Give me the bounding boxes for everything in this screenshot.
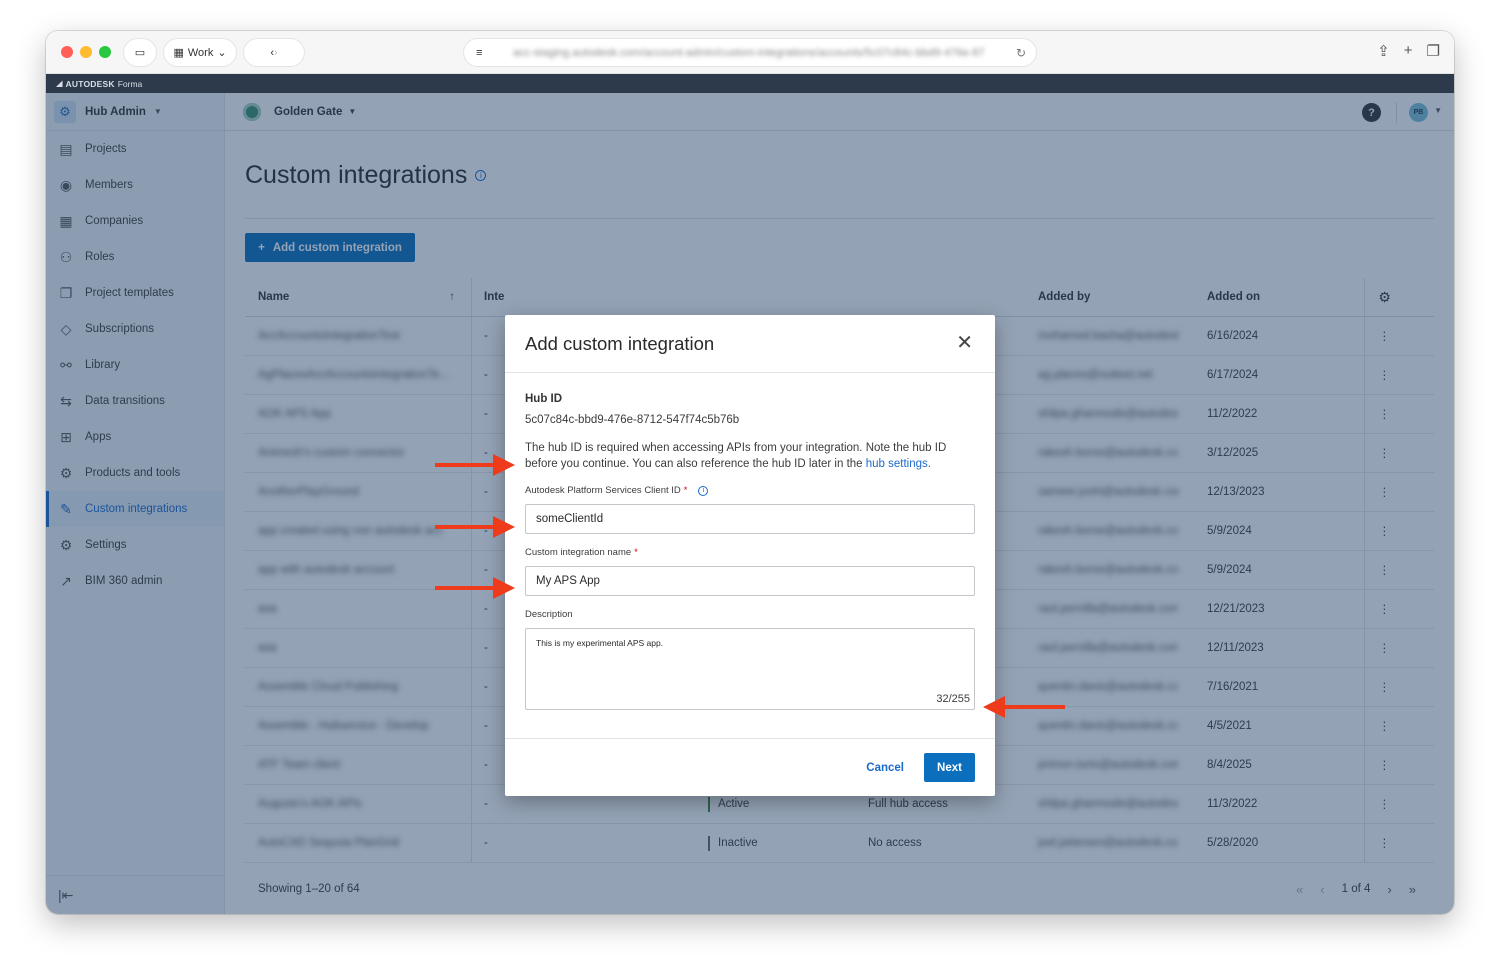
dialog-title: Add custom integration <box>525 332 715 354</box>
minimize-window-button[interactable] <box>80 46 92 58</box>
zoom-window-button[interactable] <box>99 46 111 58</box>
autodesk-logo-icon: ◢ <box>56 78 63 88</box>
app-root: ⚙ Hub Admin ▼ ▤ Projects ◉ Members ▦ Companie… <box>46 93 1454 914</box>
browser-toolbar: ▭ ▦ Work ⌄ ‹ › ≡ acc-staging.autodesk.co… <box>46 31 1454 74</box>
cancel-button[interactable]: Cancel <box>866 762 904 774</box>
hub-id-value: 5c07c84c-bbd9-476e-8712-547f74c5b76b <box>525 414 740 426</box>
address-bar[interactable]: ≡ acc-staging.autodesk.com/account-admin… <box>464 39 1036 66</box>
profile-label: Work <box>187 46 214 59</box>
new-tab-icon[interactable]: + <box>1404 42 1413 60</box>
annotation-arrow-description <box>435 577 515 599</box>
dialog-footer: Cancel Next <box>505 738 995 796</box>
next-button[interactable]: Next <box>924 753 975 782</box>
page-icon: ≡ <box>476 46 483 59</box>
sidebar-toggle-icon[interactable]: ▭ <box>124 39 156 66</box>
hub-id-description: The hub ID is required when accessing AP… <box>525 440 975 472</box>
product-name: Forma <box>117 78 143 89</box>
browser-window: ▭ ▦ Work ⌄ ‹ › ≡ acc-staging.autodesk.co… <box>46 31 1454 914</box>
annotation-arrow-next <box>983 696 1065 718</box>
building-icon: ▦ <box>173 47 184 59</box>
dialog-body: Hub ID 5c07c84c-bbd9-476e-8712-547f74c5b… <box>505 373 995 710</box>
tabs-overview-icon[interactable]: ❐ <box>1427 42 1440 60</box>
client-id-label-text: Autodesk Platform Services Client ID <box>525 485 681 496</box>
integration-name-input[interactable]: My APS App <box>525 566 975 596</box>
close-window-button[interactable] <box>61 46 73 58</box>
brand-name: AUTODESK <box>65 78 115 89</box>
annotation-arrow-client-id <box>435 454 515 476</box>
chevron-down-icon: ⌄ <box>217 47 227 59</box>
share-icon[interactable]: ⇪ <box>1377 42 1390 60</box>
integration-name-label: Custom integration name * <box>525 547 975 558</box>
reload-icon[interactable]: ↻ <box>1016 46 1026 60</box>
client-id-input[interactable]: someClientId <box>525 504 975 534</box>
required-marker: * <box>634 547 638 558</box>
hub-settings-link[interactable]: hub settings. <box>866 458 931 470</box>
integration-name-label-text: Custom integration name <box>525 547 632 558</box>
annotation-arrow-integration-name <box>435 516 515 538</box>
hub-id-label: Hub ID <box>525 393 563 405</box>
url-text: acc-staging.autodesk.com/account-admin/c… <box>513 46 985 59</box>
required-marker: * <box>683 485 688 496</box>
product-banner: ◢ AUTODESK Forma <box>46 74 1454 93</box>
description-textarea[interactable]: This is my experimental APS app. 32/255 <box>525 628 975 710</box>
browser-actions: ⇪ + ❐ <box>1377 42 1440 60</box>
client-id-label: Autodesk Platform Services Client ID * i <box>525 485 975 496</box>
history-nav: ‹ › <box>244 39 304 66</box>
description-label: Description <box>525 609 975 620</box>
info-icon[interactable]: i <box>698 485 709 496</box>
profile-switcher[interactable]: ▦ Work ⌄ <box>164 39 236 66</box>
add-custom-integration-dialog: Add custom integration ✕ Hub ID 5c07c84c… <box>505 315 995 796</box>
forward-button[interactable]: › <box>274 47 278 59</box>
description-label-text: Description <box>525 609 573 620</box>
character-counter: 32/255 <box>936 693 970 705</box>
description-value: This is my experimental APS app. <box>536 638 664 648</box>
close-icon[interactable]: ✕ <box>956 333 973 353</box>
dialog-header: Add custom integration <box>505 315 995 373</box>
